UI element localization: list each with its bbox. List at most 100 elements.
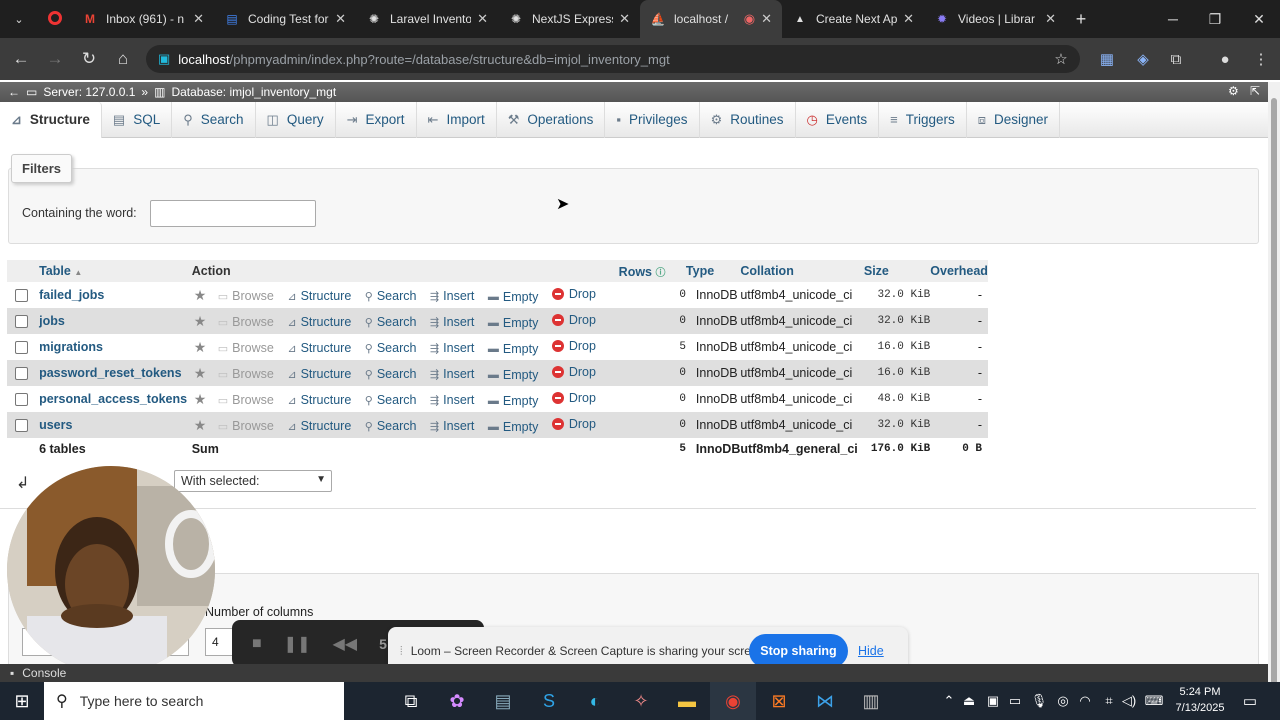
close-tab-icon[interactable]: ✕	[619, 11, 630, 27]
row-checkbox[interactable]	[15, 341, 28, 355]
tab-search-button[interactable]: ⌄	[0, 0, 38, 38]
table-name-link[interactable]: migrations	[39, 340, 103, 354]
table-size[interactable]: 48.0 KiB	[877, 393, 930, 405]
extension-icon[interactable]: ◈	[1130, 46, 1156, 72]
file-manager-icon[interactable]: ▤	[480, 682, 526, 720]
tab-structure[interactable]: ⊿ Structure	[0, 101, 102, 138]
browser-tab[interactable]: ✺ NextJS Express ✕	[498, 0, 640, 38]
home-icon[interactable]: ⌂	[106, 42, 140, 76]
favorite-star-icon[interactable]: ★	[194, 365, 207, 381]
skype-icon[interactable]: S	[526, 682, 572, 720]
table-size[interactable]: 32.0 KiB	[877, 419, 930, 431]
insert-action[interactable]: ⇶ Insert	[430, 315, 474, 329]
microphone-icon[interactable]: 🎙	[1030, 682, 1048, 720]
edge-icon[interactable]: ◐	[572, 682, 618, 720]
col-rows[interactable]: Rows ⓘ	[618, 260, 686, 282]
close-tab-icon[interactable]: ✕	[903, 11, 914, 27]
tab-designer[interactable]: ⧈ Designer	[967, 101, 1061, 138]
col-type[interactable]: Type	[685, 260, 741, 282]
row-checkbox[interactable]	[15, 289, 28, 303]
empty-action[interactable]: ▬ Empty	[488, 290, 538, 304]
breadcrumb-server[interactable]: Server: 127.0.0.1	[43, 85, 135, 99]
tray-eject-icon[interactable]: ⏏	[960, 682, 978, 720]
search-action[interactable]: ⚲ Search	[365, 393, 417, 407]
vscode-icon[interactable]: ⋈	[802, 682, 848, 720]
col-size[interactable]: Size	[863, 260, 931, 282]
table-size[interactable]: 16.0 KiB	[877, 341, 930, 353]
browse-action[interactable]: ▭ Browse	[218, 341, 274, 355]
network-tool-icon[interactable]: ✧	[618, 682, 664, 720]
favorite-star-icon[interactable]: ★	[194, 287, 207, 303]
browser-tab-active[interactable]: ⛵ localhost / ◉ ✕	[640, 0, 782, 38]
drop-action[interactable]: Drop	[551, 391, 596, 405]
tab-privileges[interactable]: ▪ Privileges	[605, 101, 700, 138]
insert-action[interactable]: ⇶ Insert	[430, 419, 474, 433]
network-icon[interactable]: ⌗	[1100, 682, 1118, 720]
table-name-link[interactable]: jobs	[39, 314, 65, 328]
drop-action[interactable]: Drop	[551, 365, 596, 379]
minimize-icon[interactable]: ─	[1152, 0, 1194, 38]
favorite-star-icon[interactable]: ★	[194, 417, 207, 433]
volume-icon[interactable]: ◁)	[1120, 682, 1138, 720]
empty-action[interactable]: ▬ Empty	[488, 420, 538, 434]
table-size[interactable]: 16.0 KiB	[877, 367, 930, 379]
notifications-icon[interactable]: ▭	[1238, 682, 1262, 720]
tray-battery-icon[interactable]: ▭	[1006, 682, 1024, 720]
col-table[interactable]: Table ▲	[39, 260, 192, 282]
wifi-icon[interactable]: ◠	[1076, 682, 1094, 720]
bookmark-star-icon[interactable]: ☆	[1048, 46, 1074, 72]
stop-record-icon[interactable]: ■	[252, 635, 262, 653]
insert-action[interactable]: ⇶ Insert	[430, 341, 474, 355]
browse-action[interactable]: ▭ Browse	[218, 367, 274, 381]
reload-icon[interactable]: ↻	[72, 42, 106, 76]
browser-menu-icon[interactable]: ⋮	[1248, 46, 1274, 72]
structure-action[interactable]: ⊿ Structure	[287, 419, 351, 433]
browse-action[interactable]: ▭ Browse	[218, 419, 274, 433]
close-tab-icon[interactable]: ✕	[477, 11, 488, 27]
favorite-star-icon[interactable]: ★	[194, 339, 207, 355]
insert-action[interactable]: ⇶ Insert	[430, 393, 474, 407]
empty-action[interactable]: ▬ Empty	[488, 342, 538, 356]
structure-action[interactable]: ⊿ Structure	[287, 341, 351, 355]
new-tab-button[interactable]: +	[1066, 9, 1096, 30]
favorite-star-icon[interactable]: ★	[194, 391, 207, 407]
table-name-link[interactable]: personal_access_tokens	[39, 392, 187, 406]
camera-icon[interactable]: ◎	[1054, 682, 1072, 720]
tray-app-icon[interactable]: ▣	[984, 682, 1002, 720]
tray-chevron-icon[interactable]: ⌃	[940, 682, 958, 720]
close-tab-icon[interactable]: ✕	[335, 11, 346, 27]
tab-triggers[interactable]: ≡ Triggers	[879, 101, 967, 138]
browser-tab[interactable]: ✹ Videos | Librar ✕	[924, 0, 1066, 38]
close-tab-icon[interactable]: ✕	[761, 11, 772, 27]
table-name-link[interactable]: users	[39, 418, 72, 432]
windows-start-icon[interactable]: ⊞	[0, 682, 44, 720]
table-name-link[interactable]: failed_jobs	[39, 288, 104, 302]
insert-action[interactable]: ⇶ Insert	[430, 289, 474, 303]
empty-action[interactable]: ▬ Empty	[488, 316, 538, 330]
search-action[interactable]: ⚲ Search	[365, 419, 417, 433]
tab-sql[interactable]: ▤ SQL	[102, 101, 173, 138]
forward-icon[interactable]: →	[38, 42, 72, 76]
browser-tab[interactable]: ▲ Create Next Ap ✕	[782, 0, 924, 38]
tab-operations[interactable]: ⚒ Operations	[497, 101, 606, 138]
browse-action[interactable]: ▭ Browse	[218, 315, 274, 329]
tab-events[interactable]: ◷ Events	[796, 101, 880, 138]
drop-action[interactable]: Drop	[551, 313, 596, 327]
scrollbar-thumb[interactable]	[1271, 98, 1277, 708]
collapse-icon[interactable]: ←	[8, 85, 20, 99]
chrome-icon[interactable]: ◉	[710, 682, 756, 720]
table-name-link[interactable]: password_reset_tokens	[39, 366, 181, 380]
structure-action[interactable]: ⊿ Structure	[287, 367, 351, 381]
tab-routines[interactable]: ⚙ Routines	[700, 101, 796, 138]
back-icon[interactable]: ←	[4, 42, 38, 76]
structure-action[interactable]: ⊿ Structure	[287, 393, 351, 407]
tab-export[interactable]: ⇥ Export	[336, 101, 417, 138]
restore-icon[interactable]: ❐	[1194, 0, 1236, 38]
table-size[interactable]: 32.0 KiB	[877, 315, 930, 327]
col-collation[interactable]: Collation	[740, 260, 864, 282]
row-checkbox[interactable]	[15, 315, 28, 329]
structure-action[interactable]: ⊿ Structure	[287, 289, 351, 303]
xampp-icon[interactable]: ⊠	[756, 682, 802, 720]
table-size[interactable]: 32.0 KiB	[877, 289, 930, 301]
close-tab-icon[interactable]: ✕	[193, 11, 204, 27]
